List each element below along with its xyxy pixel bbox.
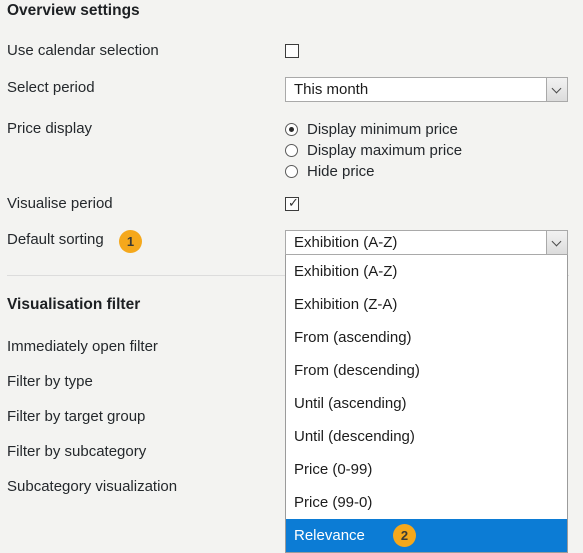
radio-option-hide-price[interactable]: Hide price [285,161,462,182]
radio-group-price-display: Display minimum price Display maximum pr… [285,119,462,182]
dropdown-option-price-99-0[interactable]: Price (99-0) [286,486,567,519]
label-select-period: Select period [7,79,95,96]
visualisation-filter-heading: Visualisation filter [7,296,141,313]
label-filter-by-type: Filter by type [7,373,93,390]
dropdown-option-from-ascending[interactable]: From (ascending) [286,321,567,354]
checkbox-use-calendar-selection[interactable] [285,44,299,58]
radio-indicator [285,123,298,136]
dropdown-option-relevance[interactable]: Relevance 2 [286,519,567,552]
label-filter-by-subcategory: Filter by subcategory [7,443,147,460]
radio-indicator [285,165,298,178]
dropdown-option-until-descending[interactable]: Until (descending) [286,420,567,453]
dropdown-option-price-0-99[interactable]: Price (0-99) [286,453,567,486]
settings-panel: Overview settings Use calendar selection… [0,0,583,553]
default-sorting-combobox[interactable]: Exhibition (A-Z) [285,230,568,255]
chevron-down-icon[interactable] [546,78,567,101]
radio-option-display-maximum-price[interactable]: Display maximum price [285,140,462,161]
dropdown-option-from-descending[interactable]: From (descending) [286,354,567,387]
label-subcategory-visualization: Subcategory visualization [7,478,178,495]
dropdown-option-exhibition-a-z[interactable]: Exhibition (A-Z) [286,255,567,288]
dropdown-option-relevance-label: Relevance [294,527,365,544]
select-period-combobox[interactable]: This month [285,77,568,102]
label-price-display: Price display [7,120,93,137]
chevron-down-icon[interactable] [546,231,567,254]
label-immediately-open-filter: Immediately open filter [7,338,158,355]
label-default-sorting: Default sorting [7,231,104,248]
label-visualise-period: Visualise period [7,195,113,212]
radio-label: Display maximum price [307,142,463,159]
label-filter-by-target-group: Filter by target group [7,408,146,425]
default-sorting-value: Exhibition (A-Z) [294,234,398,251]
select-period-value: This month [294,81,369,98]
checkbox-visualise-period[interactable]: ✓ [285,195,299,211]
label-use-calendar-selection: Use calendar selection [7,42,159,59]
checkmark-icon: ✓ [288,195,299,210]
radio-label: Display minimum price [307,121,458,138]
dropdown-option-exhibition-z-a[interactable]: Exhibition (Z-A) [286,288,567,321]
step-badge-2: 2 [393,524,416,547]
radio-indicator [285,144,298,157]
radio-label: Hide price [307,163,375,180]
default-sorting-dropdown-list[interactable]: Exhibition (A-Z) Exhibition (Z-A) From (… [285,255,568,553]
overview-settings-heading: Overview settings [7,2,140,19]
radio-option-display-minimum-price[interactable]: Display minimum price [285,119,462,140]
step-badge-1: 1 [119,230,142,253]
dropdown-option-until-ascending[interactable]: Until (ascending) [286,387,567,420]
